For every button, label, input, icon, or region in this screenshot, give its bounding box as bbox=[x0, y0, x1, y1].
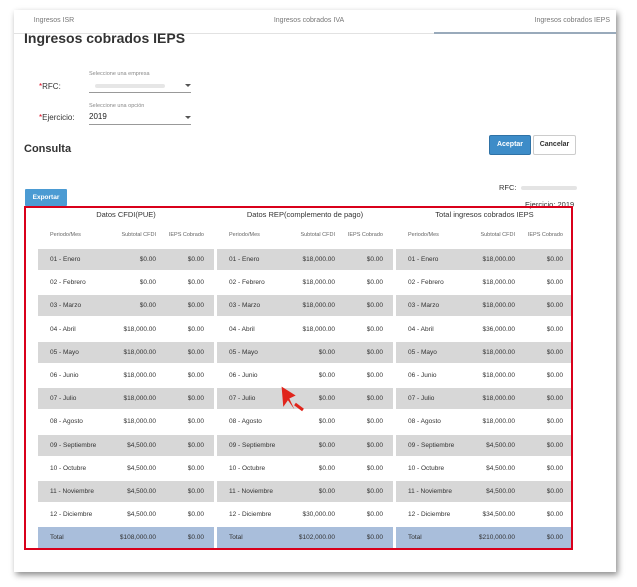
redacted-rfc-value bbox=[521, 186, 577, 190]
cancelar-button[interactable]: Cancelar bbox=[533, 135, 576, 155]
tab-ingresos-ieps[interactable]: Ingresos cobrados IEPS bbox=[434, 10, 616, 34]
tab-ingresos-isr[interactable]: Ingresos ISR bbox=[14, 10, 94, 32]
ejercicio-label-text: Ejercicio: bbox=[42, 113, 75, 122]
ejercicio-select[interactable]: 2019 bbox=[89, 112, 191, 125]
exportar-button[interactable]: Exportar bbox=[25, 189, 67, 206]
chevron-down-icon bbox=[185, 84, 191, 87]
consulta-heading: Consulta bbox=[24, 143, 72, 155]
tab-ingresos-ieps-label: Ingresos cobrados IEPS bbox=[534, 17, 611, 24]
rfc-select[interactable] bbox=[89, 80, 191, 93]
chevron-down-icon bbox=[185, 116, 191, 119]
rfc-label: *RFC: bbox=[39, 82, 61, 91]
tab-ingresos-iva[interactable]: Ingresos cobrados IVA bbox=[229, 10, 389, 32]
highlight-box bbox=[24, 206, 573, 550]
rfc-label-text: RFC: bbox=[42, 82, 61, 91]
page-title: Ingresos cobrados IEPS bbox=[24, 30, 186, 46]
rfc-hint: Seleccione una empresa bbox=[89, 71, 150, 77]
arrow-cursor-icon bbox=[281, 386, 304, 412]
ejercicio-label: *Ejercicio: bbox=[39, 113, 75, 122]
ejercicio-value: 2019 bbox=[89, 112, 107, 121]
redacted-rfc bbox=[95, 84, 165, 88]
ejercicio-hint: Seleccione una opción bbox=[89, 103, 145, 109]
aceptar-button[interactable]: Aceptar bbox=[489, 135, 531, 155]
consulta-rfc-label: RFC: bbox=[499, 183, 517, 192]
